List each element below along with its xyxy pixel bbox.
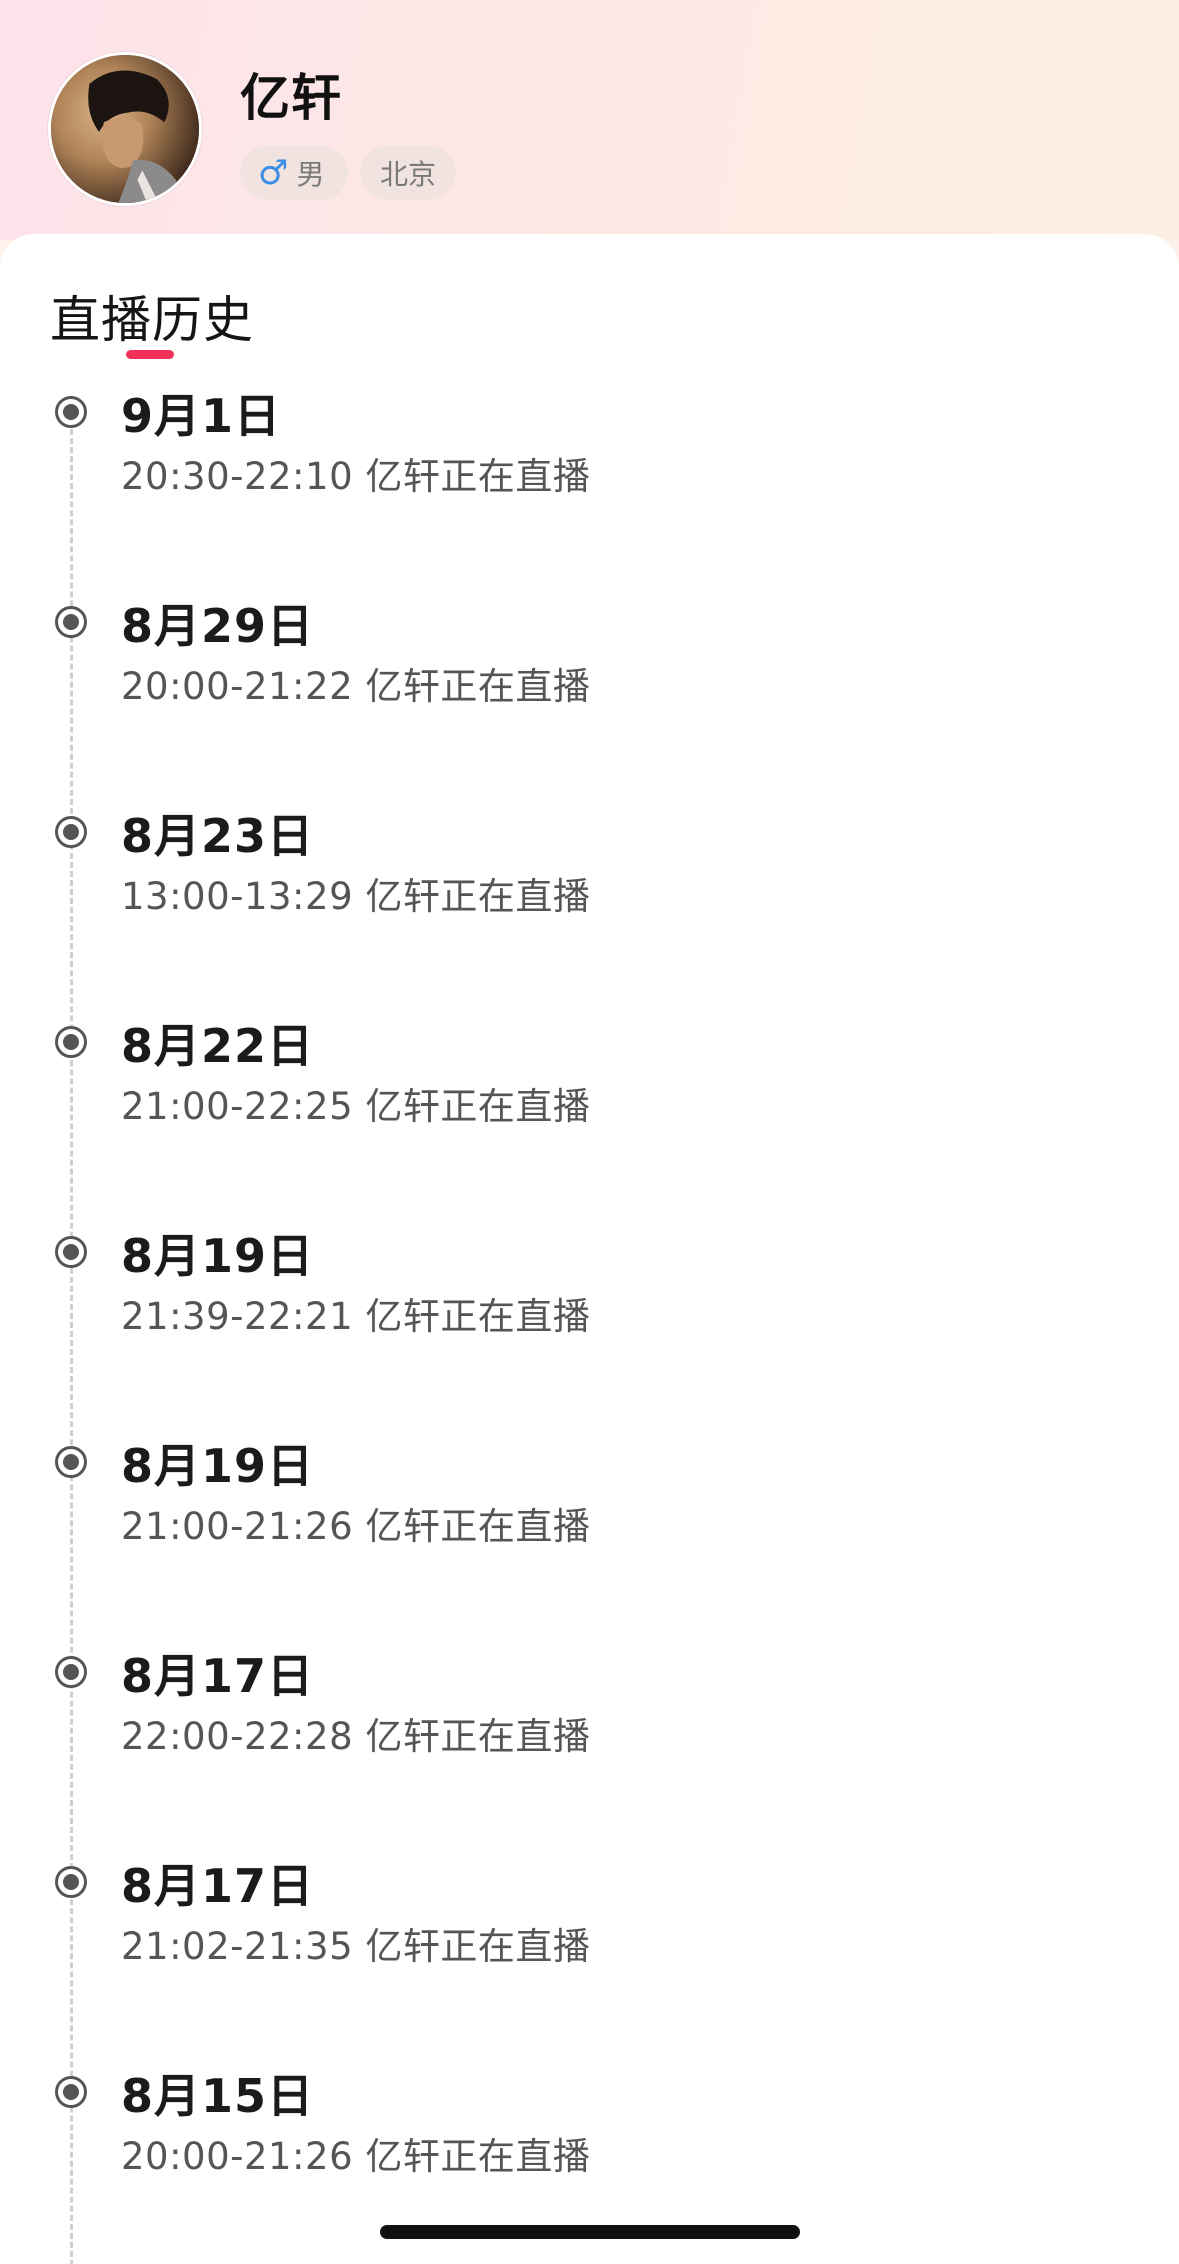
history-entry[interactable]: 8月17日 21:02-21:35 亿轩正在直播 xyxy=(0,1844,1179,2024)
timeline-dot-icon xyxy=(55,1026,87,1058)
entry-desc: 21:00-21:26 亿轩正在直播 xyxy=(121,1505,591,1548)
history-entry[interactable]: 8月17日 22:00-22:28 亿轩正在直播 xyxy=(0,1634,1179,1814)
timeline-dot-icon xyxy=(55,1656,87,1688)
entry-desc: 20:00-21:22 亿轩正在直播 xyxy=(121,665,591,708)
entry-date: 8月17日 xyxy=(121,1859,315,1913)
entry-date: 8月19日 xyxy=(121,1229,315,1283)
avatar-image xyxy=(51,55,199,203)
entry-desc: 21:02-21:35 亿轩正在直播 xyxy=(121,1925,591,1968)
timeline-dot-icon xyxy=(55,1236,87,1268)
timeline-dot-icon xyxy=(55,606,87,638)
male-icon: ♂ xyxy=(258,153,289,193)
entry-desc: 22:00-22:28 亿轩正在直播 xyxy=(121,1715,591,1758)
gender-label: 男 xyxy=(296,158,325,191)
entry-desc: 20:30-22:10 亿轩正在直播 xyxy=(121,455,591,498)
history-card: 直播历史 9月1日 20:30-22:10 亿轩正在直播 8月29日 20:00… xyxy=(0,234,1179,2264)
entry-date: 8月19日 xyxy=(121,1439,315,1493)
entry-date: 8月15日 xyxy=(121,2069,315,2123)
tab-indicator xyxy=(126,350,174,359)
timeline-dot-icon xyxy=(55,1866,87,1898)
gender-tag: ♂ 男 xyxy=(240,146,348,200)
entry-date: 8月23日 xyxy=(121,809,315,863)
entry-desc: 21:39-22:21 亿轩正在直播 xyxy=(121,1295,591,1338)
timeline-dot-icon xyxy=(55,2076,87,2108)
history-entry[interactable]: 8月29日 20:00-21:22 亿轩正在直播 xyxy=(0,584,1179,764)
avatar[interactable] xyxy=(48,52,202,206)
history-entry[interactable]: 9月1日 20:30-22:10 亿轩正在直播 xyxy=(0,374,1179,554)
entry-desc: 21:00-22:25 亿轩正在直播 xyxy=(121,1085,591,1128)
entry-desc: 20:00-21:26 亿轩正在直播 xyxy=(121,2135,591,2178)
username: 亿轩 xyxy=(240,69,342,127)
city-label: 北京 xyxy=(379,158,436,191)
timeline-dot-icon xyxy=(55,396,87,428)
history-entry[interactable]: 8月19日 21:00-21:26 亿轩正在直播 xyxy=(0,1424,1179,1604)
entry-date: 8月17日 xyxy=(121,1649,315,1703)
history-entry[interactable]: 8月23日 13:00-13:29 亿轩正在直播 xyxy=(0,794,1179,974)
home-indicator[interactable] xyxy=(380,2225,800,2239)
history-entry[interactable]: 8月22日 21:00-22:25 亿轩正在直播 xyxy=(0,1004,1179,1184)
entry-date: 9月1日 xyxy=(121,389,282,443)
history-entry[interactable]: 8月15日 20:00-21:26 亿轩正在直播 xyxy=(0,2054,1179,2234)
entry-desc: 13:00-13:29 亿轩正在直播 xyxy=(121,875,591,918)
timeline-dot-icon xyxy=(55,1446,87,1478)
city-tag: 北京 xyxy=(360,146,456,200)
timeline-dot-icon xyxy=(55,816,87,848)
history-entry[interactable]: 8月19日 21:39-22:21 亿轩正在直播 xyxy=(0,1214,1179,1394)
section-title[interactable]: 直播历史 xyxy=(50,280,254,352)
entry-date: 8月29日 xyxy=(121,599,315,653)
entry-date: 8月22日 xyxy=(121,1019,315,1073)
